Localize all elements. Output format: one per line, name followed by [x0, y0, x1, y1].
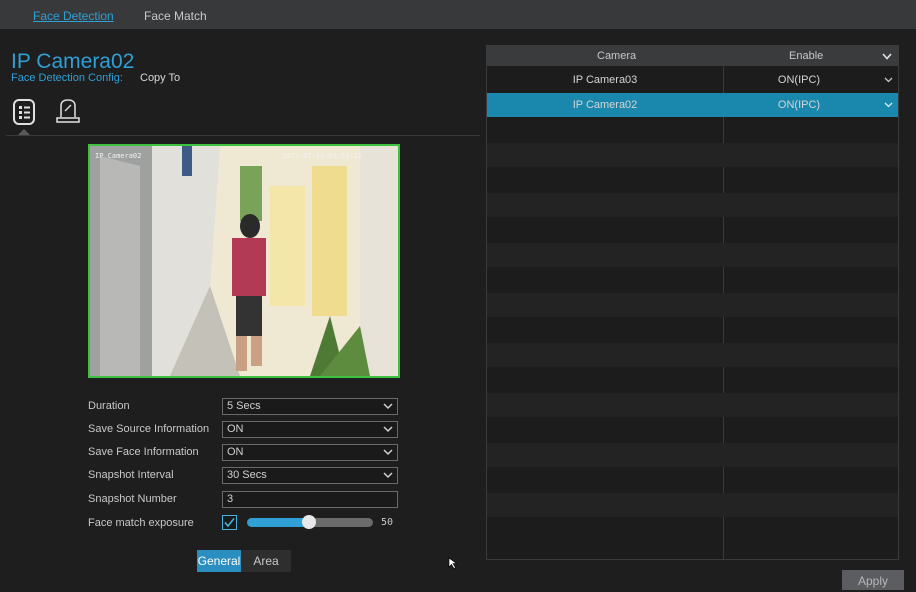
- tab-face-match[interactable]: Face Match: [144, 9, 207, 23]
- chevron-down-icon[interactable]: [884, 102, 893, 108]
- empty-row: [487, 393, 898, 417]
- snapshot-interval-select[interactable]: 30 Secs: [222, 467, 398, 484]
- empty-row: [487, 343, 898, 367]
- chevron-down-icon: [383, 449, 393, 456]
- snapshot-interval-label: Snapshot Interval: [88, 469, 174, 481]
- exposure-slider-track[interactable]: [308, 518, 373, 527]
- chevron-down-icon: [383, 472, 393, 479]
- row-enable-value[interactable]: ON(IPC): [724, 74, 874, 86]
- column-header-enable[interactable]: Enable: [789, 50, 823, 62]
- duration-select[interactable]: 5 Secs: [222, 398, 398, 415]
- duration-value: 5 Secs: [227, 400, 261, 412]
- row-camera-name: IP Camera03: [572, 74, 638, 86]
- camera-table: Camera Enable IP Camera03 ON(IPC) IP Cam…: [486, 45, 899, 560]
- face-detection-icon[interactable]: [55, 97, 81, 127]
- save-face-value: ON: [227, 446, 244, 458]
- chevron-down-icon: [383, 403, 393, 410]
- exposure-slider-fill[interactable]: [247, 518, 310, 527]
- icon-bar-divider: [6, 135, 480, 136]
- empty-row: [487, 243, 898, 267]
- save-source-value: ON: [227, 423, 244, 435]
- empty-row: [487, 143, 898, 167]
- corridor-image: [90, 146, 398, 376]
- camera-preview: IP Camera02 2023-07-11 03:59:12: [88, 144, 400, 378]
- save-face-select[interactable]: ON: [222, 444, 398, 461]
- save-source-select[interactable]: ON: [222, 421, 398, 438]
- empty-row: [487, 443, 898, 467]
- column-header-camera: Camera: [597, 50, 637, 62]
- checkmark-icon: [224, 518, 235, 528]
- empty-row: [487, 293, 898, 317]
- subtab-area[interactable]: Area: [241, 550, 291, 572]
- empty-row: [487, 193, 898, 217]
- duration-label: Duration: [88, 400, 130, 412]
- snapshot-interval-value: 30 Secs: [227, 469, 267, 481]
- preview-osd-timestamp: 2023-07-11 03:59:12: [281, 152, 362, 160]
- apply-button[interactable]: Apply: [842, 570, 904, 590]
- table-header: Camera Enable: [487, 46, 898, 66]
- camera-title: IP Camera02: [11, 50, 135, 73]
- snapshot-number-label: Snapshot Number: [88, 493, 177, 505]
- tab-face-detection[interactable]: Face Detection: [33, 9, 114, 23]
- exposure-slider-thumb[interactable]: [302, 515, 316, 529]
- mouse-cursor-icon: [448, 557, 458, 569]
- exposure-value: 50: [381, 517, 394, 528]
- preview-osd-camera-name: IP Camera02: [95, 152, 142, 160]
- table-row[interactable]: IP Camera03 ON(IPC): [487, 68, 898, 92]
- save-source-label: Save Source Information: [88, 423, 210, 435]
- face-match-exposure-label: Face match exposure: [88, 517, 194, 529]
- table-row-selected[interactable]: IP Camera02 ON(IPC): [487, 93, 898, 117]
- chevron-down-icon: [383, 426, 393, 433]
- config-list-icon[interactable]: [11, 97, 37, 127]
- chevron-down-icon[interactable]: [884, 77, 893, 83]
- snapshot-number-input[interactable]: 3: [222, 491, 398, 508]
- face-detection-config-label: Face Detection Config:: [11, 72, 123, 84]
- face-match-exposure-checkbox[interactable]: [222, 515, 237, 530]
- row-enable-value[interactable]: ON(IPC): [724, 99, 874, 111]
- copy-to-link[interactable]: Copy To: [140, 72, 180, 84]
- chevron-down-icon[interactable]: [882, 53, 892, 60]
- subtab-general[interactable]: General: [197, 550, 241, 572]
- top-tab-bar: Face Detection Face Match: [0, 0, 916, 29]
- save-face-label: Save Face Information: [88, 446, 199, 458]
- empty-row: [487, 493, 898, 517]
- row-camera-name: IP Camera02: [572, 99, 638, 111]
